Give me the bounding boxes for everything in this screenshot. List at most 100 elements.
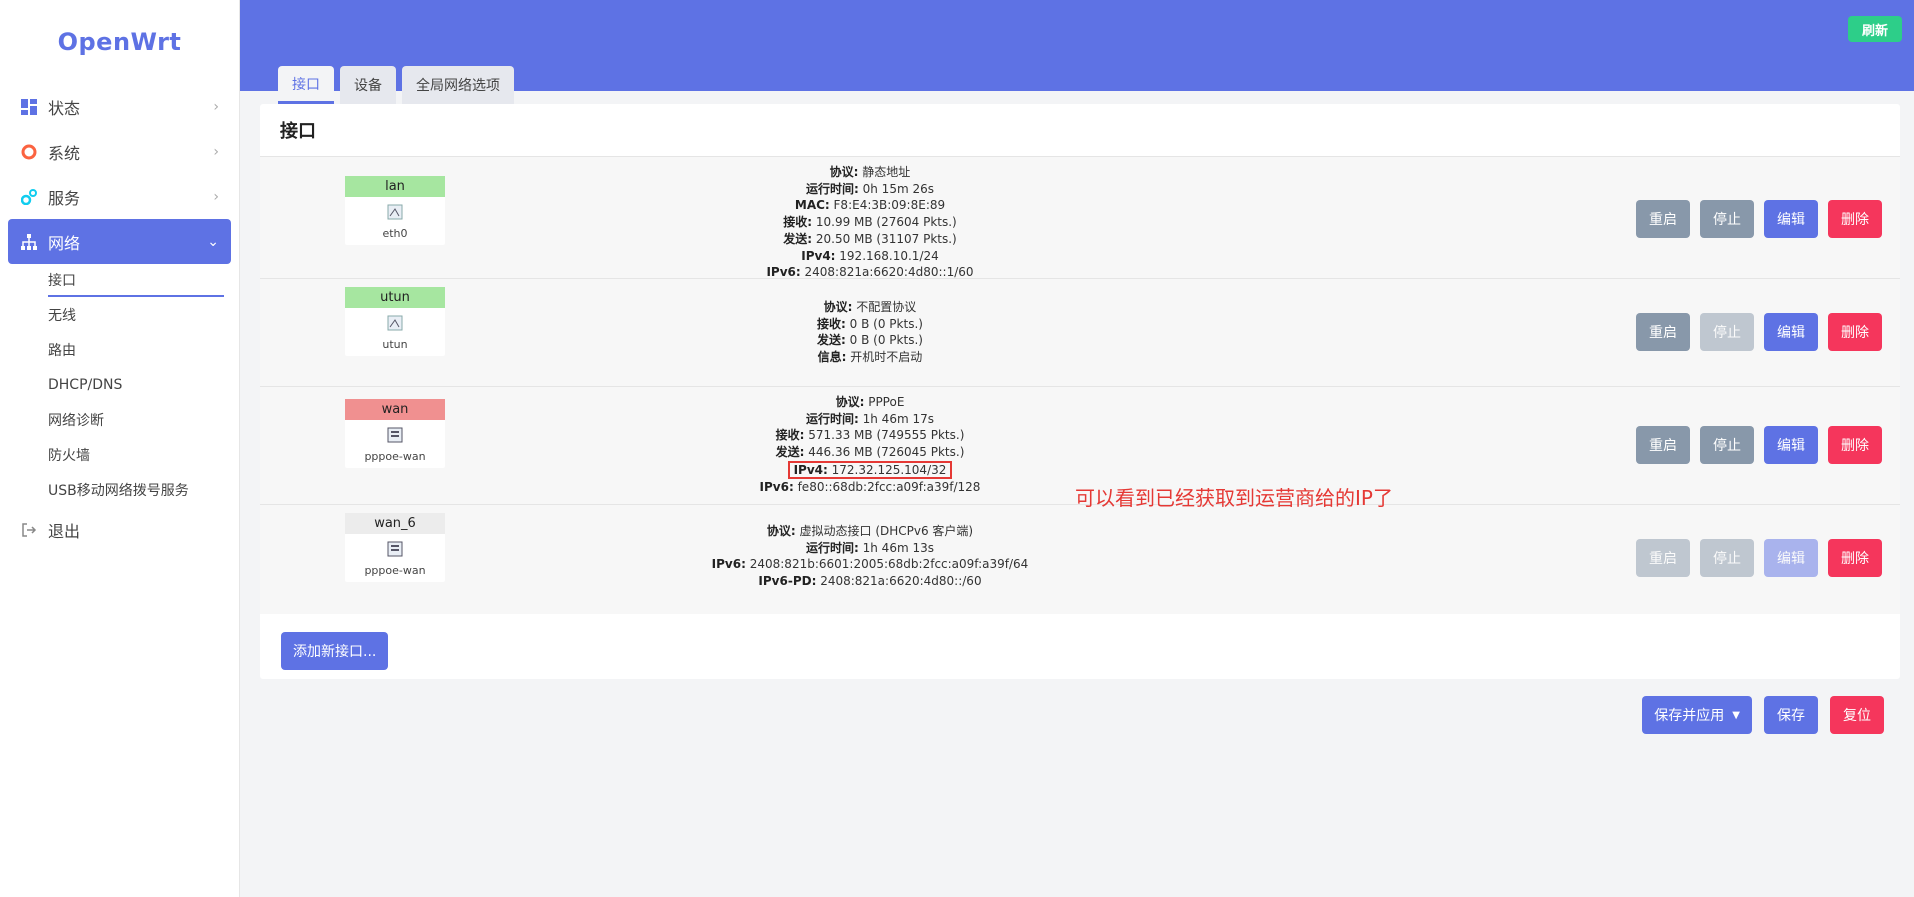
delete-button[interactable]: 删除 xyxy=(1828,200,1882,238)
status-value: F8:E4:3B:09:8E:89 xyxy=(829,198,946,213)
pppoe-device-icon xyxy=(345,534,445,564)
sidebar-item-network[interactable]: 网络 ⌄ xyxy=(8,219,231,264)
tab-global-options[interactable]: 全局网络选项 xyxy=(402,66,514,104)
restart-button[interactable]: 重启 xyxy=(1636,539,1690,577)
status-value: PPPoE xyxy=(864,395,905,409)
interface-badge[interactable]: utun utun xyxy=(345,287,445,356)
status-value: 10.99 MB (27604 Pkts.) xyxy=(812,215,957,230)
chevron-right-icon: › xyxy=(213,98,219,115)
status-value: 0 B (0 Pkts.) xyxy=(845,333,923,348)
restart-button[interactable]: 重启 xyxy=(1636,313,1690,351)
status-key: 发送: xyxy=(783,231,813,246)
sidebar-item-label: 系统 xyxy=(48,143,81,163)
status-key: 信息: xyxy=(817,350,847,365)
status-key: 接收: xyxy=(775,428,805,443)
device-name: pppoe-wan xyxy=(364,450,426,463)
delete-button[interactable]: 删除 xyxy=(1828,313,1882,351)
device-name: pppoe-wan xyxy=(364,564,426,577)
sidebar-item-services[interactable]: 服务 › xyxy=(8,174,231,219)
sidebar-item-label: 网络 xyxy=(48,233,81,253)
edit-button[interactable]: 编辑 xyxy=(1764,539,1818,577)
delete-button[interactable]: 删除 xyxy=(1828,539,1882,577)
interface-name: wan_6 xyxy=(345,513,445,534)
status-key: 运行时间: xyxy=(806,181,859,196)
status-value: 静态地址 xyxy=(858,165,911,179)
network-sitemap-icon xyxy=(20,233,38,251)
status-key: 接收: xyxy=(817,316,846,331)
sidebar-item-system[interactable]: 系统 › xyxy=(8,129,231,174)
status-key: 协议: xyxy=(823,300,853,314)
interface-row-lan: lan eth0 协议: 静态地址 运行时间: 0h 15m 26s MAC: … xyxy=(260,156,1900,281)
ethernet-port-icon xyxy=(345,197,445,227)
row-actions: 重启 停止 编辑 删除 xyxy=(1636,313,1882,351)
reset-button[interactable]: 复位 xyxy=(1830,696,1884,734)
stop-button[interactable]: 停止 xyxy=(1700,539,1754,577)
interface-badge[interactable]: wan pppoe-wan xyxy=(345,399,445,468)
status-value: 不配置协议 xyxy=(852,300,917,314)
interface-status: 协议: 虚拟动态接口 (DHCPv6 客户端) 运行时间: 1h 46m 13s… xyxy=(590,523,1150,590)
delete-button[interactable]: 删除 xyxy=(1828,426,1882,464)
refresh-button[interactable]: 刷新 xyxy=(1848,16,1902,42)
status-key: 发送: xyxy=(817,333,846,348)
submenu-item-interfaces[interactable]: 接口 xyxy=(48,264,224,297)
tab-bar: 接口 设备 全局网络选项 xyxy=(278,66,514,104)
status-key: 接收: xyxy=(783,215,813,230)
status-key: 协议: xyxy=(766,524,796,538)
interface-status: 协议: PPPoE 运行时间: 1h 46m 17s 接收: 571.33 MB… xyxy=(590,394,1150,496)
status-key: 发送: xyxy=(775,445,805,460)
status-key: 运行时间: xyxy=(806,540,859,555)
sidebar-item-status[interactable]: 状态 › xyxy=(8,84,231,129)
status-value: 172.32.125.104/32 xyxy=(827,462,947,477)
interface-row-wan6: wan_6 pppoe-wan 协议: 虚拟动态接口 (DHCPv6 客户端) … xyxy=(260,504,1900,614)
submenu-item-usb-modem[interactable]: USB移动网络拨号服务 xyxy=(48,472,224,507)
stop-button[interactable]: 停止 xyxy=(1700,200,1754,238)
status-value: 0h 15m 26s xyxy=(858,181,934,196)
logout-icon xyxy=(20,521,38,539)
interface-name: lan xyxy=(345,176,445,197)
submenu-item-wireless[interactable]: 无线 xyxy=(48,297,224,332)
edit-button[interactable]: 编辑 xyxy=(1764,426,1818,464)
gear-icon xyxy=(20,143,38,161)
save-button[interactable]: 保存 xyxy=(1764,696,1818,734)
submenu-item-diagnostics[interactable]: 网络诊断 xyxy=(48,402,224,437)
submenu-item-routes[interactable]: 路由 xyxy=(48,332,224,367)
status-value: 446.36 MB (726045 Pkts.) xyxy=(804,445,965,460)
restart-button[interactable]: 重启 xyxy=(1636,200,1690,238)
edit-button[interactable]: 编辑 xyxy=(1764,200,1818,238)
status-value: 192.168.10.1/24 xyxy=(835,248,939,263)
openwrt-logo[interactable]: OpenWrt xyxy=(0,0,239,84)
interface-badge[interactable]: wan_6 pppoe-wan xyxy=(345,513,445,582)
annotation-text: 可以看到已经获取到运营商给的IP了 xyxy=(1075,486,1393,510)
tab-interfaces[interactable]: 接口 xyxy=(278,66,334,104)
edit-button[interactable]: 编辑 xyxy=(1764,313,1818,351)
status-value: 2408:821b:6601:2005:68db:2fcc:a09f:a39f/… xyxy=(745,557,1029,572)
add-interface-button[interactable]: 添加新接口... xyxy=(281,632,389,670)
stop-button[interactable]: 停止 xyxy=(1700,426,1754,464)
ipv4-highlight-box: IPv4: 172.32.125.104/32 xyxy=(787,460,953,479)
tab-devices[interactable]: 设备 xyxy=(340,66,396,104)
interface-status: 协议: 不配置协议 接收: 0 B (0 Pkts.) 发送: 0 B (0 P… xyxy=(590,299,1150,366)
caret-down-icon: ▼ xyxy=(1732,709,1740,721)
status-key: MAC: xyxy=(794,198,830,213)
restart-button[interactable]: 重启 xyxy=(1636,426,1690,464)
interface-badge[interactable]: lan eth0 xyxy=(345,176,445,245)
status-key: IPv6: xyxy=(711,557,746,572)
interface-name: utun xyxy=(345,287,445,308)
bottom-actions: 保存并应用 ▼ 保存 复位 xyxy=(1642,696,1884,734)
status-key: IPv4: xyxy=(801,248,836,263)
pppoe-device-icon xyxy=(345,420,445,450)
interface-name: wan xyxy=(345,399,445,420)
submenu-item-firewall[interactable]: 防火墙 xyxy=(48,437,224,472)
status-key: IPv6: xyxy=(759,479,794,494)
submenu-item-dhcp-dns[interactable]: DHCP/DNS xyxy=(48,367,224,402)
save-apply-label: 保存并应用 xyxy=(1654,708,1725,724)
stop-button[interactable]: 停止 xyxy=(1700,313,1754,351)
chevron-right-icon: › xyxy=(213,188,219,205)
tunnel-device-icon xyxy=(345,308,445,338)
dashboard-icon xyxy=(20,98,38,116)
sidebar-item-label: 退出 xyxy=(48,521,81,541)
sidebar-item-logout[interactable]: 退出 xyxy=(8,507,231,552)
save-apply-button[interactable]: 保存并应用 ▼ xyxy=(1642,696,1752,734)
interface-status: 协议: 静态地址 运行时间: 0h 15m 26s MAC: F8:E4:3B:… xyxy=(590,164,1150,281)
chevron-down-icon: ⌄ xyxy=(207,233,219,250)
